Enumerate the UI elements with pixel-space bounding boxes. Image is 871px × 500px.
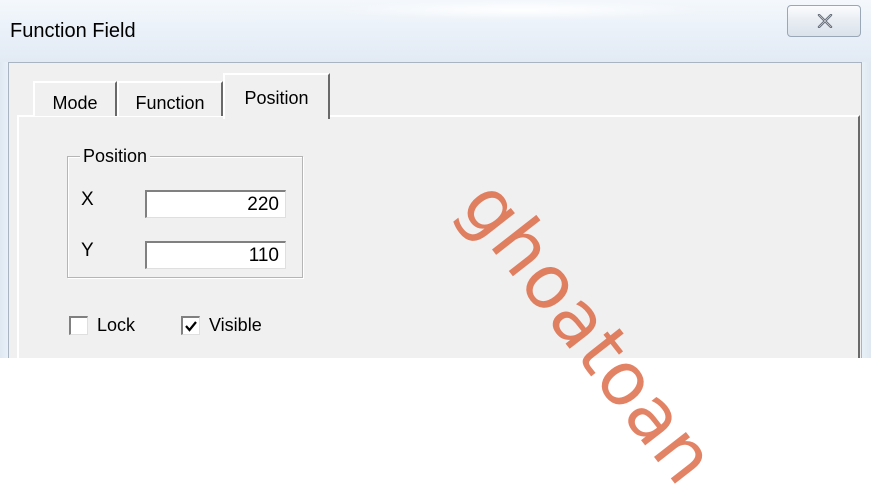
window-title: Function Field <box>10 20 136 42</box>
title-bar: Function Field <box>0 0 871 62</box>
lock-checkbox[interactable] <box>69 316 88 335</box>
tab-mode[interactable]: Mode <box>33 81 117 116</box>
tab-mode-label: Mode <box>52 93 98 113</box>
lock-label[interactable]: Lock <box>97 315 135 336</box>
tab-position[interactable]: Position <box>223 73 330 119</box>
visible-label[interactable]: Visible <box>209 315 262 336</box>
tab-position-label: Position <box>244 88 309 108</box>
y-label: Y <box>81 240 94 261</box>
tab-function[interactable]: Function <box>117 81 223 116</box>
x-input[interactable]: 220 <box>145 190 286 218</box>
checkmark-icon <box>185 321 197 332</box>
y-input[interactable]: 110 <box>145 241 286 269</box>
x-label: X <box>81 189 94 210</box>
close-icon <box>817 14 833 28</box>
window-frame-left <box>0 62 8 358</box>
tab-function-label: Function <box>135 93 205 113</box>
visible-checkbox[interactable] <box>181 316 200 335</box>
title-bar-highlight <box>330 0 710 20</box>
window-frame-right <box>862 62 871 358</box>
position-group-label: Position <box>80 146 151 167</box>
close-button[interactable] <box>787 5 861 37</box>
